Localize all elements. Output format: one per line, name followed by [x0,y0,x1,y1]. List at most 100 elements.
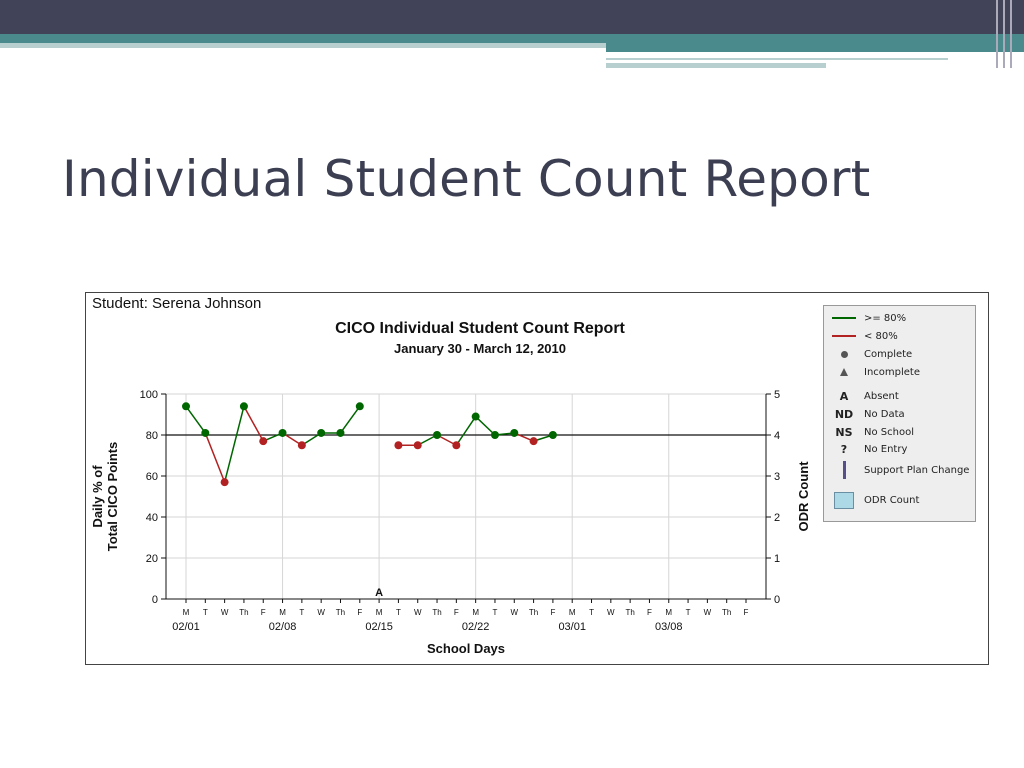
y-tick-label: 100 [140,389,158,401]
day-label: F [647,608,652,617]
legend-symbol [824,461,864,479]
y-tick-label: 60 [146,471,158,483]
day-label: Th [722,608,731,617]
legend-symbol: ND [824,408,864,421]
legend-item: Incomplete [824,364,920,380]
legend-symbol: ? [824,443,864,456]
data-point [452,441,461,450]
week-label: 02/15 [365,621,393,633]
day-label: M [376,608,383,617]
day-label: T [589,608,594,617]
legend-symbol: NS [824,426,864,439]
legend-label: Incomplete [864,366,920,378]
y2-axis-title: ODR Count [796,461,811,532]
data-point [394,441,403,450]
legend-label: Support Plan Change [864,464,970,476]
day-label: T [396,608,401,617]
week-label: 02/08 [269,621,297,633]
day-label: M [472,608,479,617]
data-point [336,428,345,437]
legend-item: < 80% [824,328,898,344]
day-label: W [414,608,422,617]
legend-code: ND [834,407,854,421]
day-label: T [203,608,208,617]
day-label: Th [336,608,345,617]
day-label: F [550,608,555,617]
legend: >= 80% < 80% Complete Incomplete A Absent ND No… [823,305,976,522]
legend-symbol [824,335,864,337]
series-segment [185,405,206,434]
day-label: F [357,608,362,617]
legend-symbol [824,350,864,358]
data-point [413,441,422,450]
legend-label: No Entry [864,443,908,455]
day-label: W [221,608,229,617]
report-frame: Student: Serena Johnson CICO Individual … [85,292,989,665]
data-point [278,428,287,437]
week-label: 02/01 [172,621,200,633]
y2-tick-label: 3 [774,471,780,483]
series-segment [475,416,496,436]
absent-marker: A [375,587,383,599]
legend-item: ND No Data [824,406,905,422]
legend-label: No Data [864,408,905,420]
data-point [490,431,499,439]
legend-symbol: A [824,390,864,403]
legend-item: ODR Count [824,491,919,509]
day-label: Th [625,608,634,617]
legend-label: Complete [864,348,913,360]
y2-tick-label: 4 [774,430,780,442]
week-label: 03/08 [655,621,683,633]
legend-code: NS [835,425,853,439]
day-label: W [510,608,518,617]
green-line-icon [832,317,856,319]
week-label: 02/22 [462,621,490,633]
data-point [220,478,229,487]
legend-label: < 80% [864,330,898,342]
legend-label: >= 80% [864,312,907,324]
y2-tick-label: 1 [774,553,780,565]
series-segment [204,432,226,483]
legend-symbol [824,491,864,509]
legend-item: A Absent [824,388,899,404]
slide-title: Individual Student Count Report [62,150,871,208]
legend-item: NS No School [824,424,914,440]
day-label: W [704,608,712,617]
series-segment [243,405,264,442]
day-label: Th [239,608,248,617]
legend-code: A [839,389,849,403]
data-point [239,402,248,411]
y2-tick-label: 0 [774,594,780,606]
data-point [548,431,557,439]
day-label: M [279,608,286,617]
series-segment [339,405,361,434]
data-point [355,402,364,411]
day-label: F [744,608,749,617]
data-point [259,437,268,446]
y-tick-label: 20 [146,553,158,565]
legend-item: >= 80% [824,310,906,326]
day-label: M [183,608,190,617]
day-label: M [665,608,672,617]
day-label: Th [529,608,538,617]
day-label: F [454,608,459,617]
y2-tick-label: 2 [774,512,780,524]
legend-item: ? No Entry [824,441,908,457]
dot-icon [840,350,848,358]
support-plan-bar-icon [842,461,846,479]
data-point [433,431,442,439]
legend-label: Absent [864,390,899,402]
data-point [317,428,326,437]
day-label: W [317,608,325,617]
odr-box-icon [834,491,854,509]
legend-symbol [824,317,864,319]
day-label: F [261,608,266,617]
red-line-icon [832,335,856,337]
day-label: Th [432,608,441,617]
series-segment [223,406,245,483]
week-label: 03/01 [558,621,586,633]
header-band [0,0,1024,68]
day-label: T [686,608,691,617]
data-point [182,402,190,411]
y2-tick-label: 5 [774,389,780,401]
